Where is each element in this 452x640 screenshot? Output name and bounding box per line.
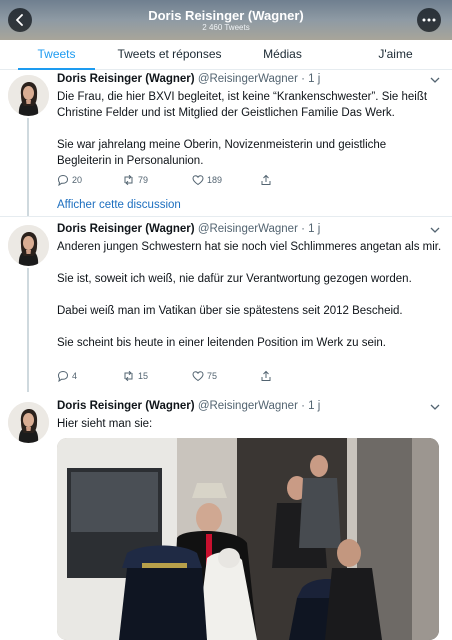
share-icon	[261, 174, 271, 185]
author-handle[interactable]: @ReisingerWagner	[198, 73, 298, 85]
profile-photo	[8, 402, 49, 443]
retweet-button[interactable]: 15	[122, 370, 148, 382]
tab-media[interactable]: Médias	[226, 40, 339, 69]
tweet-paragraph: Hier sieht man sie:	[57, 418, 153, 430]
reply-icon	[57, 174, 69, 186]
profile-photo	[8, 225, 49, 266]
retweet-icon	[124, 370, 133, 382]
reply-button[interactable]: 20	[57, 174, 82, 186]
retweet-icon	[124, 174, 133, 186]
avatar[interactable]	[8, 225, 49, 266]
profile-name-title: Doris Reisinger (Wagner)	[148, 8, 304, 23]
thread-connector	[27, 268, 29, 392]
chevron-down-icon[interactable]	[430, 76, 440, 84]
tweet-paragraph: Anderen jungen Schwestern hat sie noch v…	[57, 241, 442, 253]
photo-scene	[57, 438, 439, 640]
share-button[interactable]	[260, 174, 272, 186]
tweet-paragraph: Sie scheint bis heute in einer leitenden…	[57, 337, 386, 349]
tweet-time[interactable]: · 1 j	[301, 400, 320, 412]
tweet-header: Doris Reisinger (Wagner) @ReisingerWagne…	[57, 222, 320, 236]
author-name[interactable]: Doris Reisinger (Wagner)	[57, 400, 195, 412]
profile-photo	[8, 75, 49, 116]
chevron-down-icon[interactable]	[430, 226, 440, 234]
tweet-paragraph: Sie ist, soweit ich weiß, nie dafür zur …	[57, 273, 412, 285]
heart-icon	[192, 175, 204, 186]
tweet-text: Die Frau, die hier BXVI begleitet, ist k…	[57, 89, 442, 169]
author-name[interactable]: Doris Reisinger (Wagner)	[57, 73, 195, 85]
tweet-time[interactable]: · 1 j	[301, 73, 320, 85]
share-button[interactable]	[260, 370, 272, 382]
like-count: 75	[207, 371, 218, 381]
tweet-count: 2 460 Tweets	[202, 23, 250, 32]
share-icon	[261, 370, 271, 381]
tweet-text: Hier sieht man sie:	[57, 416, 442, 432]
tab-likes[interactable]: J'aime	[339, 40, 452, 69]
retweet-count: 15	[138, 371, 149, 381]
author-handle[interactable]: @ReisingerWagner	[198, 223, 298, 235]
avatar[interactable]	[8, 402, 49, 443]
ellipsis-icon	[422, 18, 436, 22]
tweet-time[interactable]: · 1 j	[301, 223, 320, 235]
retweet-count: 79	[138, 175, 149, 185]
tweet-text: Anderen jungen Schwestern hat sie noch v…	[57, 239, 442, 351]
tweet-header: Doris Reisinger (Wagner) @ReisingerWagne…	[57, 399, 320, 413]
tab-tweets-and-replies[interactable]: Tweets et réponses	[113, 40, 226, 69]
tweet-paragraph: Die Frau, die hier BXVI begleitet, ist k…	[57, 91, 428, 119]
show-thread-link[interactable]: Afficher cette discussion	[57, 198, 181, 212]
reply-count: 20	[72, 175, 83, 185]
heart-icon	[192, 371, 204, 382]
avatar[interactable]	[8, 75, 49, 116]
tab-tweets[interactable]: Tweets	[0, 40, 113, 70]
like-button[interactable]: 75	[192, 370, 217, 382]
tweet-paragraph: Sie war jahrelang meine Oberin, Novizenm…	[57, 139, 387, 167]
thread-connector	[27, 118, 29, 216]
tweet-paragraph: Dabei weiß man im Vatikan über sie späte…	[57, 305, 403, 317]
like-button[interactable]: 189	[192, 174, 222, 186]
tweet-header: Doris Reisinger (Wagner) @ReisingerWagne…	[57, 72, 320, 86]
reply-button[interactable]: 4	[57, 370, 77, 382]
divider	[0, 216, 452, 217]
author-handle[interactable]: @ReisingerWagner	[198, 400, 298, 412]
like-count: 189	[207, 175, 223, 185]
retweet-button[interactable]: 79	[122, 174, 148, 186]
author-name[interactable]: Doris Reisinger (Wagner)	[57, 223, 195, 235]
profile-tabs: Tweets Tweets et réponses Médias J'aime	[0, 40, 452, 70]
chevron-down-icon[interactable]	[430, 403, 440, 411]
reply-count: 4	[72, 371, 78, 381]
tweet-photo[interactable]	[57, 438, 439, 640]
reply-icon	[57, 370, 69, 382]
profile-header: Doris Reisinger (Wagner) 2 460 Tweets	[0, 0, 452, 40]
more-options-button[interactable]	[417, 8, 441, 32]
